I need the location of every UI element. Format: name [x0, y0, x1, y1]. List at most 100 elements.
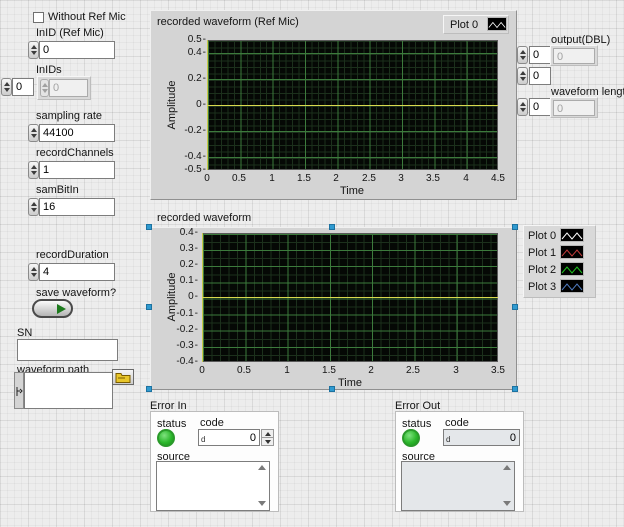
x-tick-label: 3.5: [483, 365, 513, 377]
folder-icon: [115, 372, 131, 383]
legend-plot1-label[interactable]: Plot 1: [528, 247, 556, 259]
legend-plot3-label[interactable]: Plot 3: [528, 281, 556, 293]
x-tick-label: 2.5: [354, 173, 384, 185]
x-tick-label: 3: [441, 365, 471, 377]
radix-indicator: d: [446, 436, 450, 444]
waveform-path-input[interactable]: [24, 372, 113, 409]
error-in-code-value: 0: [250, 432, 256, 444]
selection-handle[interactable]: [329, 386, 335, 392]
sn-input[interactable]: [17, 339, 118, 361]
graph-ref-mic-zero-line: [207, 105, 498, 106]
error-in-source-input[interactable]: [156, 461, 270, 511]
selection-handle[interactable]: [512, 224, 518, 230]
inids-element-increment-decrement: [40, 79, 49, 97]
output-dbl-index-row-increment-decrement[interactable]: [517, 46, 528, 64]
selection-handle[interactable]: [146, 386, 152, 392]
waveform-length-value: 0: [553, 100, 595, 116]
y-tick-label: -0.3: [162, 340, 198, 352]
output-dbl-index-col-input[interactable]: 0: [529, 67, 551, 85]
legend-plot2-label[interactable]: Plot 2: [528, 264, 556, 276]
record-duration-label: recordDuration: [36, 249, 109, 261]
y-axis-label: Amplitude: [166, 257, 178, 337]
sampling-rate-input[interactable]: 44100: [39, 124, 115, 142]
error-out-code-value: 0: [510, 432, 516, 444]
y-tick-label: 0.4: [168, 47, 206, 59]
waveform-length-index-increment-decrement[interactable]: [517, 98, 528, 116]
x-tick-label: 0.5: [224, 173, 254, 185]
record-channels-input[interactable]: 1: [39, 161, 115, 179]
legend-plot0-swatch[interactable]: [487, 17, 507, 31]
error-in-code-input[interactable]: d 0: [198, 429, 260, 446]
x-tick-label: 1.5: [314, 365, 344, 377]
sam-bit-in-input[interactable]: 16: [39, 198, 115, 216]
inids-element-value: 0: [49, 79, 88, 97]
path-type-indicator[interactable]: [14, 372, 24, 409]
zigzag-line: [562, 267, 582, 273]
y-tick-label: 0.4: [162, 227, 198, 239]
error-out-source-box: [401, 461, 515, 511]
error-in-code-label: code: [200, 417, 224, 429]
sn-label: SN: [17, 327, 32, 339]
error-in-status-led[interactable]: [157, 429, 175, 447]
x-tick-label: 2: [321, 173, 351, 185]
record-duration-increment-decrement[interactable]: [28, 263, 39, 281]
y-axis-label: Amplitude: [166, 65, 178, 145]
x-tick-label: 2.5: [398, 365, 428, 377]
zigzag-line: [562, 284, 582, 290]
x-tick-label: 2: [356, 365, 386, 377]
legend-plot0-swatch[interactable]: [560, 228, 584, 242]
x-tick-label: 0: [187, 365, 217, 377]
output-dbl-index-col-increment-decrement[interactable]: [517, 67, 528, 85]
error-out-code-value-box: d 0: [443, 429, 520, 446]
x-tick-label: 3: [386, 173, 416, 185]
inid-ref-mic-input[interactable]: 0: [39, 41, 115, 59]
sam-bit-in-increment-decrement[interactable]: [28, 198, 39, 216]
save-waveform-button[interactable]: [32, 299, 73, 318]
inids-index-increment-decrement[interactable]: [1, 78, 12, 96]
scroll-up-icon[interactable]: [503, 465, 511, 470]
legend-plot3-swatch[interactable]: [560, 279, 584, 293]
x-tick-label: 1: [272, 365, 302, 377]
y-tick-label: 0.3: [162, 243, 198, 255]
selection-handle[interactable]: [146, 224, 152, 230]
without-ref-mic-checkbox[interactable]: [33, 12, 44, 23]
green-arrow-icon: [57, 304, 66, 314]
waveform-length-index-input[interactable]: 0: [529, 98, 551, 116]
error-in-status-label: status: [157, 418, 186, 430]
inid-increment-decrement[interactable]: [28, 41, 39, 59]
scroll-down-icon[interactable]: [258, 501, 266, 506]
error-out-code-label: code: [445, 417, 469, 429]
selection-handle[interactable]: [329, 224, 335, 230]
x-tick-label: 4: [451, 173, 481, 185]
legend-plot1-swatch[interactable]: [560, 245, 584, 259]
error-in-code-decrement-button[interactable]: [261, 437, 274, 446]
graph-ref-mic-title: recorded waveform (Ref Mic): [157, 16, 299, 28]
legend-plot0-label[interactable]: Plot 0: [528, 230, 556, 242]
legend-plot2-swatch[interactable]: [560, 262, 584, 276]
x-tick-label: 3.5: [418, 173, 448, 185]
scroll-down-icon[interactable]: [503, 501, 511, 506]
labview-front-panel: Without Ref Mic InID (Ref Mic) 0 InIDs 0…: [0, 0, 624, 527]
zigzag-line: [489, 23, 505, 28]
x-tick-label: 1.5: [289, 173, 319, 185]
scroll-up-icon[interactable]: [258, 465, 266, 470]
selection-handle[interactable]: [146, 304, 152, 310]
x-tick-label: 4.5: [483, 173, 513, 185]
record-duration-input[interactable]: 4: [39, 263, 115, 281]
browse-button[interactable]: [112, 369, 134, 385]
error-out-status-led: [402, 429, 420, 447]
path-type-icon: [15, 386, 23, 397]
save-waveform-label: save waveform?: [36, 287, 116, 299]
radix-indicator[interactable]: d: [201, 436, 205, 444]
output-dbl-index-row-input[interactable]: 0: [529, 46, 551, 64]
selection-handle[interactable]: [512, 386, 518, 392]
y-tick-label: 0.5: [168, 34, 206, 46]
sampling-rate-increment-decrement[interactable]: [28, 124, 39, 142]
inids-index-input[interactable]: 0: [12, 78, 34, 96]
sampling-rate-label: sampling rate: [36, 110, 102, 122]
error-out-status-label: status: [402, 418, 431, 430]
without-ref-mic-label: Without Ref Mic: [48, 11, 126, 23]
selection-handle[interactable]: [512, 304, 518, 310]
x-tick-label: 1: [257, 173, 287, 185]
record-channels-increment-decrement[interactable]: [28, 161, 39, 179]
